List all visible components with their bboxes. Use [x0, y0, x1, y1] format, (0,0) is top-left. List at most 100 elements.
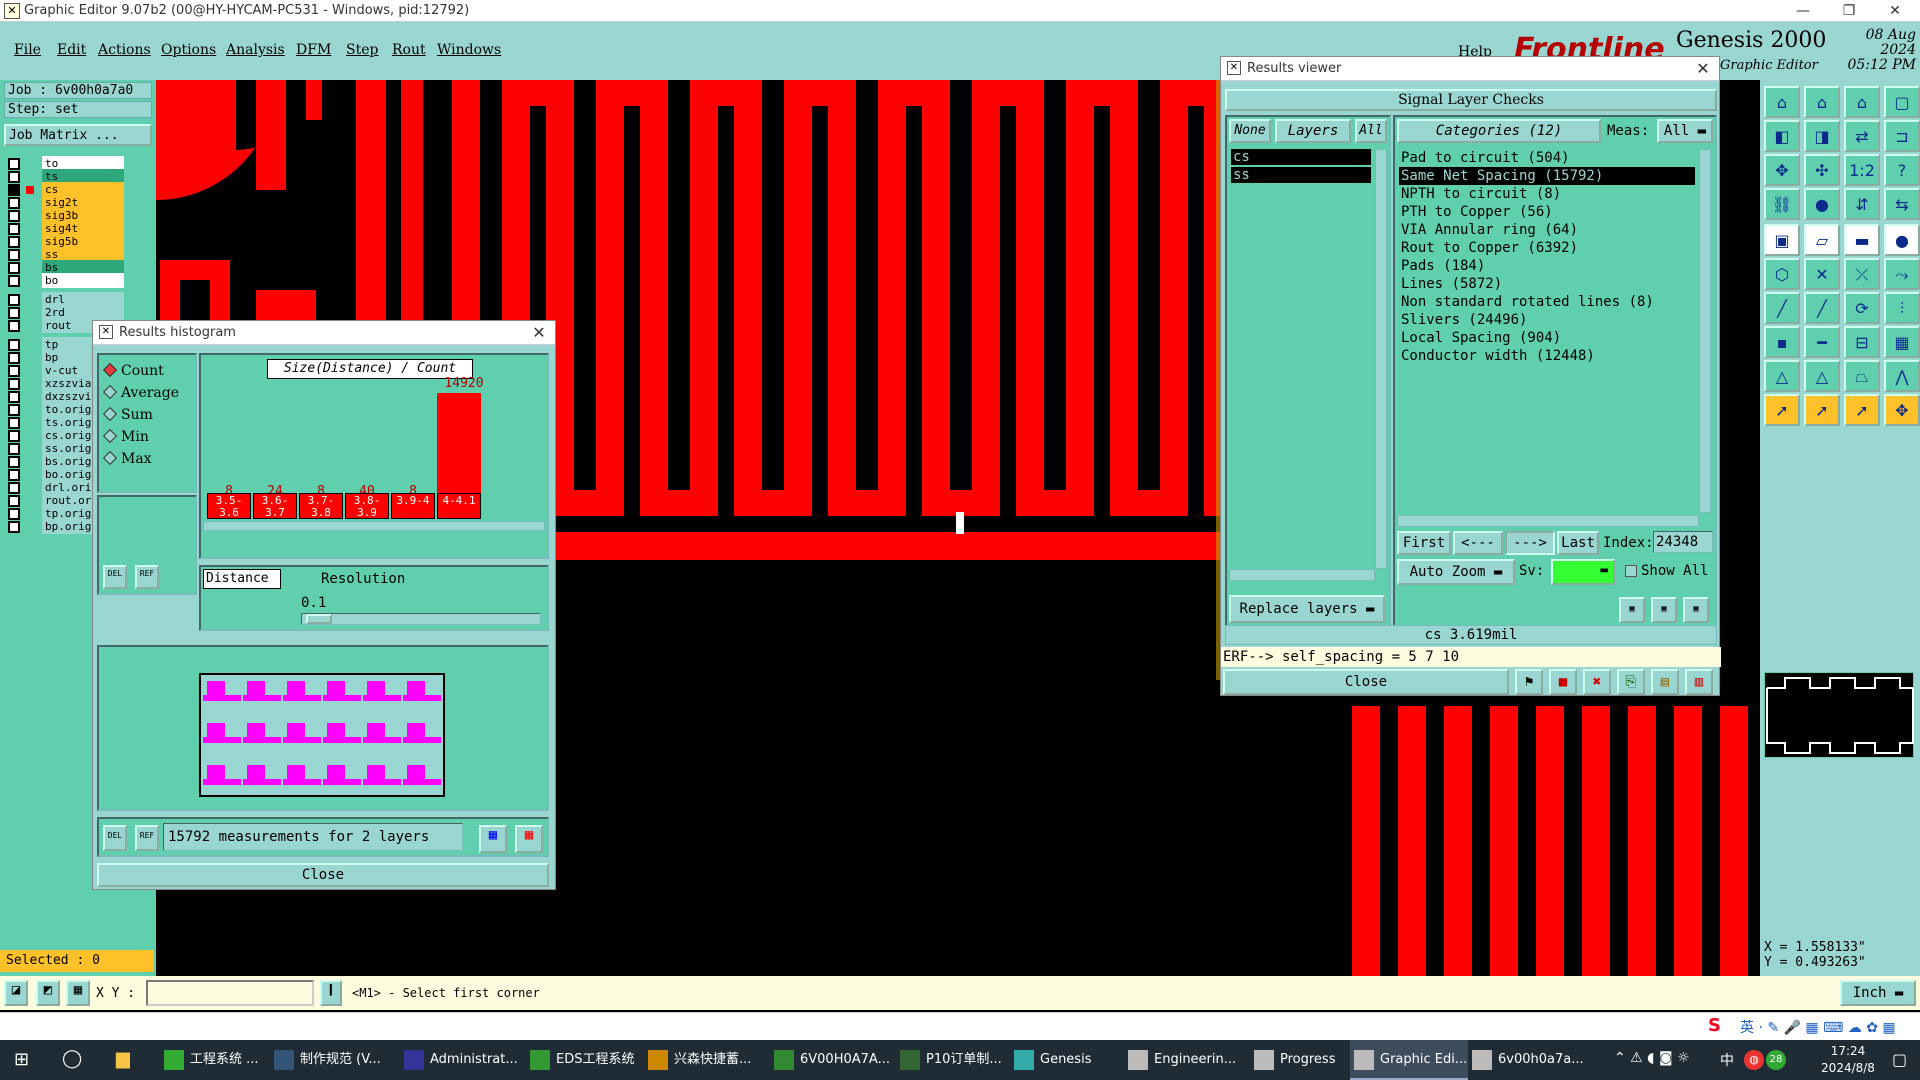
taskbar-item[interactable]: P10订单制... — [896, 1040, 1010, 1080]
status-info-icon[interactable]: ❙ — [320, 980, 342, 1006]
taskbar-item[interactable]: 兴森快捷蓄... — [644, 1040, 770, 1080]
layers-none-button[interactable]: None — [1229, 119, 1271, 143]
slope-icon[interactable]: ╱ — [1804, 292, 1840, 324]
meas-dropdown[interactable]: All ▬ — [1657, 119, 1713, 143]
snap-icon[interactable]: ⊐ — [1884, 120, 1920, 152]
select-icon[interactable]: ➚ — [1804, 394, 1840, 426]
home-bottom-icon[interactable]: ⌂ — [1804, 86, 1840, 118]
zoom-ratio-icon[interactable]: 1:2 — [1844, 154, 1880, 186]
mode-radio-sum[interactable]: Sum — [102, 406, 153, 423]
histogram-bar[interactable] — [437, 393, 481, 501]
category-scrollbar[interactable] — [1699, 149, 1711, 513]
layer-list-hscrollbar[interactable] — [1229, 569, 1375, 581]
layer-name[interactable]: bo — [42, 273, 124, 288]
mode-radio-average[interactable]: Average — [102, 384, 179, 401]
mode-radio-count[interactable]: Count — [102, 362, 164, 379]
auto-zoom-dropdown[interactable]: Auto Zoom ▬ — [1397, 559, 1515, 585]
show-all-checkbox[interactable] — [1625, 565, 1637, 577]
menu-edit[interactable]: Edit — [57, 42, 86, 58]
histogram-ref-button[interactable]: REF — [135, 565, 159, 589]
results-undo-icon[interactable]: ▣ — [1683, 597, 1709, 623]
notes-icon[interactable]: ▤ — [1651, 669, 1679, 695]
mode-radio-max[interactable]: Max — [102, 450, 152, 467]
taskbar-item[interactable]: 6v00h0a7a... — [1468, 1040, 1590, 1080]
taskbar-item[interactable]: 工程系统 ... — [160, 1040, 270, 1080]
report-icon[interactable]: ⎘ — [1617, 669, 1645, 695]
units-dropdown[interactable]: Inch ▬ — [1840, 980, 1916, 1006]
status-measure-icon[interactable]: ◩ — [36, 980, 60, 1006]
category-item[interactable]: Pad to circuit (504) — [1399, 149, 1695, 167]
prev-button[interactable]: <--- — [1453, 531, 1503, 555]
pin-icon[interactable]: ● — [1804, 188, 1840, 220]
menu-rout[interactable]: Rout — [392, 42, 426, 58]
category-item[interactable]: Lines (5872) — [1399, 275, 1695, 293]
menu-dfm[interactable]: DFM — [296, 42, 331, 58]
cross-icon[interactable]: ✕ — [1804, 258, 1840, 290]
tray-app-icon[interactable]: ◍ — [1744, 1050, 1764, 1070]
sv-color-dropdown[interactable]: ▬ — [1551, 559, 1615, 585]
windows-start-icon[interactable]: ⊞ — [14, 1050, 34, 1070]
array-icon[interactable]: ▦ — [1884, 326, 1920, 358]
move-select-icon[interactable]: ✥ — [1884, 394, 1920, 426]
pad-icon[interactable]: ▪ — [1764, 326, 1800, 358]
delete-icon[interactable]: ✖ — [1583, 669, 1611, 695]
step-right-icon[interactable]: ◨ — [1804, 120, 1840, 152]
footer-del-button[interactable]: DEL — [103, 825, 127, 851]
layers-all-button[interactable]: All — [1355, 119, 1387, 143]
status-grid-icon[interactable]: ▦ — [66, 980, 90, 1006]
peak-icon[interactable]: ⋀ — [1884, 360, 1920, 392]
histogram-bin-label[interactable]: 3.8-3.9 — [345, 493, 389, 519]
fit-icon[interactable]: ✥ — [1764, 154, 1800, 186]
arc-icon[interactable]: ⟳ — [1844, 292, 1880, 324]
split-icon[interactable]: ⫶ — [1884, 292, 1920, 324]
layer-result-item[interactable]: ss — [1231, 167, 1371, 183]
arrow-select-icon[interactable]: ➚ — [1844, 394, 1880, 426]
stop-icon[interactable]: ■ — [1549, 669, 1577, 695]
chart-zoom-out-icon[interactable]: ▦ — [515, 825, 543, 853]
mirror-icon[interactable]: ⇆ — [1884, 188, 1920, 220]
chart-zoom-in-icon[interactable]: ▦ — [479, 825, 507, 853]
menu-actions[interactable]: Actions — [98, 42, 151, 58]
taskbar-item[interactable]: Genesis — [1010, 1040, 1124, 1080]
category-item[interactable]: Same Net Spacing (15792) — [1399, 167, 1695, 185]
link-icon[interactable]: ⛓ — [1764, 188, 1800, 220]
status-snap-icon[interactable]: ◪ — [4, 980, 28, 1006]
measure-icon[interactable]: ⊟ — [1844, 326, 1880, 358]
category-item[interactable]: NPTH to circuit (8) — [1399, 185, 1695, 203]
taskbar-item[interactable]: Graphic Edi... — [1350, 1040, 1468, 1080]
overview-map[interactable] — [1764, 672, 1914, 758]
histogram-hscrollbar[interactable] — [203, 521, 545, 531]
histogram-close-icon[interactable]: ✕ — [527, 321, 551, 345]
edit-icon[interactable]: ▱ — [1804, 224, 1840, 256]
category-item[interactable]: Pads (184) — [1399, 257, 1695, 275]
category-hscrollbar[interactable] — [1397, 515, 1699, 527]
layer-result-item[interactable]: cs — [1231, 149, 1371, 165]
layer-checkbox[interactable] — [8, 320, 20, 332]
xy-input[interactable] — [146, 980, 314, 1006]
flag-icon[interactable]: ⚑ — [1515, 669, 1543, 695]
query-icon[interactable]: ? — [1884, 154, 1920, 186]
scale-icon[interactable]: ⇄ — [1844, 120, 1880, 152]
results-del-icon[interactable]: ▣ — [1619, 597, 1645, 623]
distance-field[interactable]: Distance — [203, 569, 281, 589]
next-button[interactable]: ---> — [1505, 531, 1555, 555]
layer-checkbox[interactable] — [8, 521, 20, 533]
file-explorer-icon[interactable]: ▆ — [116, 1048, 130, 1069]
results-close-icon[interactable]: ✕ — [1691, 57, 1715, 81]
index-field[interactable]: 24348 — [1653, 531, 1713, 553]
category-item[interactable]: Non standard rotated lines (8) — [1399, 293, 1695, 311]
category-item[interactable]: Conductor width (12448) — [1399, 347, 1695, 365]
histogram-bin-label[interactable]: 4-4.1 — [437, 493, 481, 519]
step-left-icon[interactable]: ◧ — [1764, 120, 1800, 152]
minimize-button[interactable]: — — [1780, 0, 1826, 22]
histogram-bin-label[interactable]: 3.7-3.8 — [299, 493, 343, 519]
histogram-close-button[interactable]: Close — [97, 863, 549, 887]
route-icon[interactable]: ⤳ — [1884, 258, 1920, 290]
outline-icon[interactable]: △ — [1804, 360, 1840, 392]
categories-toggle-button[interactable]: Categories (12) — [1397, 119, 1601, 143]
camera-icon[interactable]: ▣ — [1764, 224, 1800, 256]
pan-icon[interactable]: ✣ — [1804, 154, 1840, 186]
restore-button[interactable]: ❐ — [1826, 0, 1872, 22]
layer-row[interactable]: bo — [6, 273, 124, 289]
histogram-icon[interactable]: ▥ — [1685, 669, 1713, 695]
